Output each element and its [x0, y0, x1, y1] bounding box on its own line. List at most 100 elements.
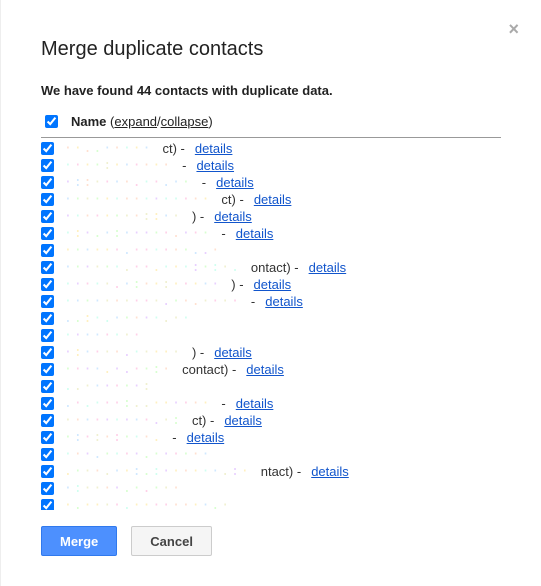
contact-name-obfuscated: ······ ··: :· · [64, 209, 182, 224]
contact-list[interactable]: ··.. · ··· · ct) - details··· · : ···· ·… [41, 140, 501, 510]
contact-row: ··.. · ··· · ct) - details [41, 140, 501, 157]
contact-name-obfuscated: ····· ·. ···· ··..· [64, 243, 221, 258]
contact-name-obfuscated: ··.. · ··· · [64, 141, 152, 156]
paren-close: ) [208, 114, 212, 129]
contact-name-obfuscated: ·:· ·· ·.· .··· [64, 481, 182, 496]
contact-checkbox[interactable] [41, 363, 54, 376]
contact-name-obfuscated: · · · ·.· .· · :· [64, 362, 172, 377]
list-header: Name (expand/collapse) [41, 112, 501, 138]
contact-checkbox[interactable] [41, 465, 54, 478]
row-suffix: ) - [192, 345, 204, 360]
expand-link[interactable]: expand [114, 114, 157, 129]
contact-row: ··· ·· ·· ··.·: ct) - details [41, 412, 501, 429]
contact-name-obfuscated: ··· ·· ·· ··.·: [64, 413, 182, 428]
row-suffix: ct) - [221, 192, 243, 207]
contact-checkbox[interactable] [41, 244, 54, 257]
row-suffix: ) - [192, 209, 204, 224]
contact-row: ····· ·. ···· ··..· [41, 242, 501, 259]
cancel-button[interactable]: Cancel [131, 526, 212, 556]
contact-checkbox[interactable] [41, 312, 54, 325]
contact-checkbox[interactable] [41, 210, 54, 223]
contact-row: ······ ··: :· · ) - details [41, 208, 501, 225]
contact-checkbox[interactable] [41, 227, 54, 240]
dialog-footer: Merge Cancel [41, 526, 501, 556]
row-suffix: ) - [231, 277, 243, 292]
details-link[interactable]: details [214, 345, 252, 360]
details-link[interactable]: details [214, 209, 252, 224]
contact-checkbox[interactable] [41, 329, 54, 342]
name-label: Name [71, 114, 106, 129]
contact-checkbox[interactable] [41, 261, 54, 274]
collapse-link[interactable]: collapse [161, 114, 209, 129]
row-suffix: - [172, 430, 176, 445]
details-link[interactable]: details [236, 396, 274, 411]
contact-checkbox[interactable] [41, 397, 54, 410]
contact-row: · :· : · :· · · . - details [41, 429, 501, 446]
details-link[interactable]: details [236, 226, 274, 241]
contact-checkbox[interactable] [41, 278, 54, 291]
close-icon[interactable]: × [508, 20, 519, 38]
contact-checkbox[interactable] [41, 482, 54, 495]
row-suffix: ct) - [162, 141, 184, 156]
contact-checkbox[interactable] [41, 142, 54, 155]
row-suffix: - [202, 175, 206, 190]
contact-row: . ·· ·. ·· :.:·· ····.:· ntact) - detail… [41, 463, 501, 480]
details-link[interactable]: details [216, 175, 254, 190]
contact-row: · ·· ·· ··· [41, 327, 501, 344]
contact-row: ·:· ·· ·.· .··· [41, 480, 501, 497]
contact-checkbox[interactable] [41, 176, 54, 189]
contact-name-obfuscated: ·· ············· [64, 192, 211, 207]
contact-checkbox[interactable] [41, 295, 54, 308]
details-link[interactable]: details [309, 260, 347, 275]
details-link[interactable]: details [246, 362, 284, 377]
details-link[interactable]: details [196, 158, 234, 173]
details-link[interactable]: details [254, 192, 292, 207]
merge-button[interactable]: Merge [41, 526, 117, 556]
row-suffix: - [251, 294, 255, 309]
contact-name-obfuscated: ..· ···· ·: [64, 379, 152, 394]
contact-row: ·.····.· ·······.· [41, 497, 501, 510]
row-suffix: ct) - [192, 413, 214, 428]
contact-name-obfuscated: ·:· ···. · ···· [64, 345, 182, 360]
select-all-checkbox[interactable] [45, 115, 58, 128]
contact-name-obfuscated: ··········.· · .···· [64, 294, 241, 309]
details-link[interactable]: details [187, 430, 225, 445]
contact-checkbox[interactable] [41, 380, 54, 393]
row-suffix: ntact) - [261, 464, 301, 479]
details-link[interactable]: details [311, 464, 349, 479]
contact-row: ··· · : ···· · · - details [41, 157, 501, 174]
contact-name-obfuscated: · ·· ·· ··· [64, 328, 143, 343]
details-link[interactable]: details [224, 413, 262, 428]
contact-name-obfuscated: ..:·. ··· ··. ·· [64, 311, 192, 326]
contact-checkbox[interactable] [41, 448, 54, 461]
contact-row: ..:·. ··· ··. ·· [41, 310, 501, 327]
contact-name-obfuscated: .· .··· :..····· · [64, 396, 211, 411]
contact-row: · ::· ···.··.·· - details [41, 174, 501, 191]
contact-checkbox[interactable] [41, 346, 54, 359]
row-suffix: contact) - [182, 362, 236, 377]
contact-row: ···.·· ·· .·· ···· [41, 446, 501, 463]
contact-checkbox[interactable] [41, 414, 54, 427]
contact-checkbox[interactable] [41, 193, 54, 206]
contact-checkbox[interactable] [41, 499, 54, 510]
contact-row: ..· ···· ·: [41, 378, 501, 395]
contact-checkbox[interactable] [41, 159, 54, 172]
contact-name-obfuscated: ·.····.· ·······.· [64, 498, 231, 510]
contact-row: ··········.· · .···· - details [41, 293, 501, 310]
details-link[interactable]: details [195, 141, 233, 156]
contact-row: ·····.· : ··:·· ··· ) - details [41, 276, 501, 293]
contact-name-obfuscated: ···.·· ·· .·· ···· [64, 447, 211, 462]
contact-row: ·· · ···.··.···:·:·.ontact) - details [41, 259, 501, 276]
contact-checkbox[interactable] [41, 431, 54, 444]
details-link[interactable]: details [265, 294, 303, 309]
row-suffix: - [221, 396, 225, 411]
merge-contacts-dialog: × Merge duplicate contacts We have found… [0, 0, 541, 586]
contact-name-obfuscated: . ·· ·. ·· :.:·· ····.:· [64, 464, 251, 479]
dialog-subtitle: We have found 44 contacts with duplicate… [41, 83, 501, 98]
contact-row: ·:· ···. · ···· ) - details [41, 344, 501, 361]
contact-name-obfuscated: ·· · ···.··.···:·:·. [64, 260, 241, 275]
details-link[interactable]: details [254, 277, 292, 292]
contact-name-obfuscated: ··· · : ···· · · [64, 158, 172, 173]
row-suffix: - [221, 226, 225, 241]
contact-row: .· .··· :..····· · - details [41, 395, 501, 412]
